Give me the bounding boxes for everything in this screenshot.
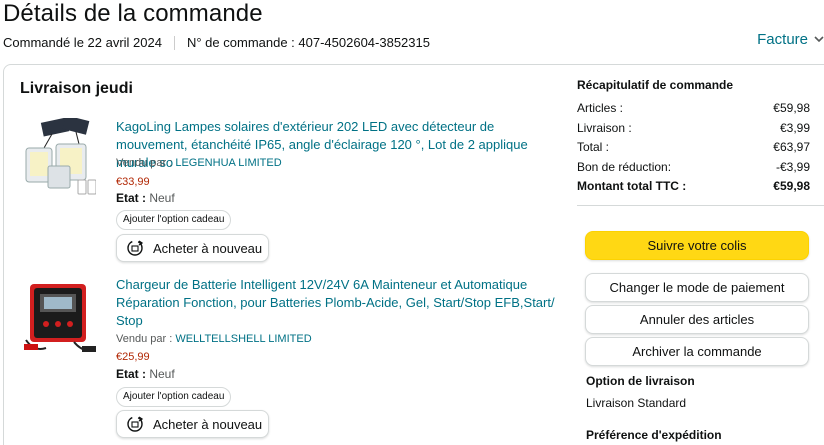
buy-again-label[interactable]: Acheter à nouveau	[153, 417, 262, 432]
grand-total-label: Montant total TTC :	[577, 179, 687, 193]
order-summary: Récapitulatif de commande Articles : €59…	[577, 78, 810, 197]
summary-label: Bon de réduction:	[577, 159, 672, 174]
divider	[173, 35, 175, 50]
item-price: €25,99	[116, 351, 150, 363]
product-title-link[interactable]: Chargeur de Batterie Intelligent 12V/24V…	[116, 276, 566, 330]
invoice-label[interactable]: Facture	[757, 31, 808, 48]
shipping-preference-heading: Préférence d'expédition	[586, 428, 722, 442]
condition-label: Etat :	[116, 367, 150, 381]
add-gift-option-button[interactable]: Ajouter l'option cadeau	[116, 210, 232, 230]
seller-prefix: Vendu par :	[116, 157, 176, 169]
summary-label: Total :	[577, 140, 610, 154]
chevron-down-icon[interactable]	[814, 34, 824, 46]
buy-again-icon	[125, 414, 145, 434]
track-package-button[interactable]: Suivre votre colis	[585, 231, 809, 260]
summary-row-shipping: Livraison : €3,99	[577, 119, 810, 139]
summary-row-voucher: Bon de réduction: -€3,99	[577, 158, 810, 178]
seller-link[interactable]: LEGENHUA LIMITED	[175, 157, 281, 169]
delivery-heading: Livraison jeudi	[20, 80, 133, 97]
seller-line: Vendu par : LEGENHUA LIMITED	[116, 157, 282, 169]
order-number: N° de commande : 407-4502604-3852315	[186, 35, 430, 50]
condition-value: Neuf	[149, 191, 175, 205]
change-payment-button[interactable]: Changer le mode de paiement	[585, 273, 809, 302]
seller-prefix: Vendu par :	[116, 333, 176, 345]
page-title: Détails de la commande	[3, 0, 263, 27]
buy-again-label[interactable]: Acheter à nouveau	[153, 241, 262, 256]
condition-label: Etat :	[116, 191, 150, 205]
summary-heading: Récapitulatif de commande	[577, 78, 734, 92]
order-date: Commandé le 22 avril 2024	[3, 35, 162, 50]
buy-again-button[interactable]: Acheter à nouveau	[116, 234, 269, 262]
seller-link[interactable]: WELLTELLSHELL LIMITED	[175, 333, 311, 345]
add-gift-option-button[interactable]: Ajouter l'option cadeau	[116, 387, 232, 407]
summary-value: -€3,99	[775, 159, 810, 174]
battery-charger-product-image[interactable]	[24, 282, 96, 360]
summary-value: €63,97	[773, 140, 810, 154]
summary-divider	[577, 205, 824, 206]
archive-order-button[interactable]: Archiver la commande	[585, 337, 809, 366]
summary-value: €3,99	[779, 120, 810, 135]
summary-row-articles: Articles : €59,98	[577, 99, 810, 119]
summary-label: Livraison :	[577, 120, 632, 135]
summary-row-total: Total : €63,97	[577, 138, 810, 158]
buy-again-icon	[125, 238, 145, 258]
grand-total-value: €59,98	[773, 179, 810, 193]
solar-lamp-product-image[interactable]	[24, 115, 97, 196]
delivery-option-heading: Option de livraison	[586, 374, 695, 388]
summary-value: €59,98	[773, 101, 810, 115]
item-condition: Etat : Neuf	[116, 367, 175, 381]
condition-value: Neuf	[149, 367, 175, 381]
order-meta: Commandé le 22 avril 2024 N° de commande…	[3, 35, 430, 50]
item-price: €33,99	[116, 176, 150, 188]
delivery-option-value: Livraison Standard	[586, 396, 687, 410]
buy-again-button[interactable]: Acheter à nouveau	[116, 410, 269, 438]
item-condition: Etat : Neuf	[116, 191, 175, 205]
summary-row-grand-total: Montant total TTC : €59,98	[577, 177, 810, 197]
invoice-dropdown[interactable]: Facture	[757, 31, 824, 48]
summary-label: Articles :	[577, 101, 624, 115]
seller-line: Vendu par : WELLTELLSHELL LIMITED	[116, 333, 312, 345]
cancel-items-button[interactable]: Annuler des articles	[585, 305, 809, 334]
